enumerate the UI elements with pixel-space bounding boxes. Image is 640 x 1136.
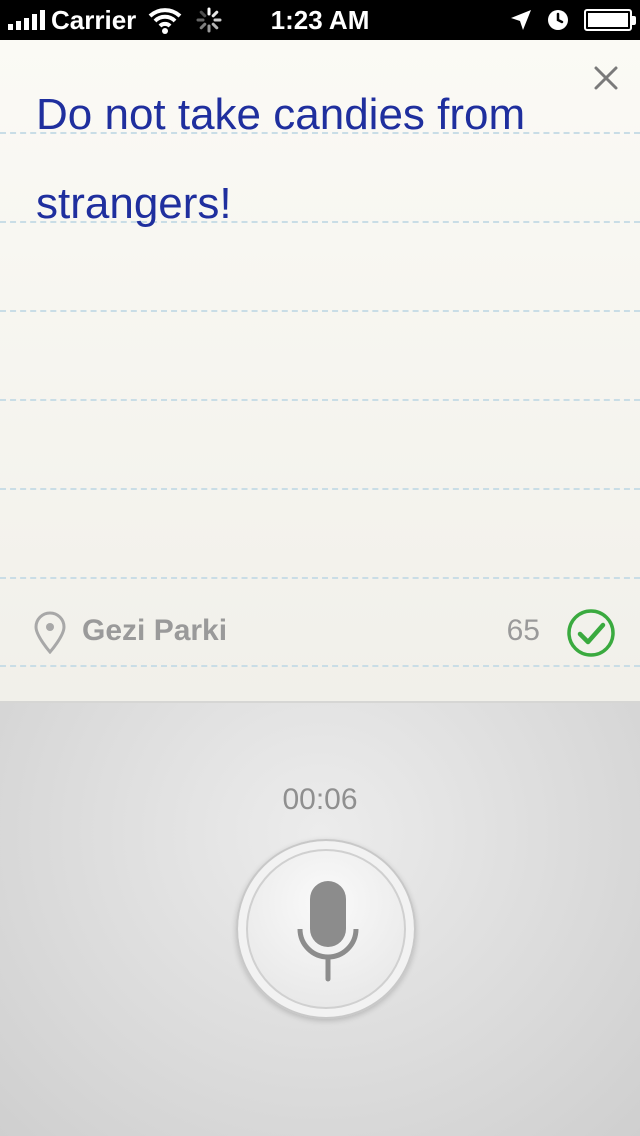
note-rule bbox=[0, 577, 640, 579]
voice-recorder: 00:06 bbox=[0, 703, 640, 1136]
checkmark-icon[interactable] bbox=[566, 608, 616, 658]
recording-timer: 00:06 bbox=[282, 783, 358, 816]
note-rule bbox=[0, 399, 640, 401]
location-pin-icon[interactable] bbox=[32, 610, 68, 654]
note-text[interactable]: Do not take candies from strangers! bbox=[36, 70, 596, 248]
location-arrow-icon bbox=[511, 10, 531, 30]
status-bar: Carrier 1:23 AM bbox=[0, 0, 640, 40]
note-rule bbox=[0, 310, 640, 312]
battery-icon bbox=[584, 9, 636, 31]
alarm-clock-icon bbox=[548, 10, 568, 30]
microphone-icon bbox=[297, 881, 359, 982]
note-rule bbox=[0, 665, 640, 667]
character-count: 65 bbox=[506, 614, 540, 647]
status-right bbox=[510, 4, 636, 36]
location-row: Gezi Parki 65 bbox=[0, 609, 640, 657]
note-rule bbox=[0, 488, 640, 490]
record-button[interactable] bbox=[236, 839, 416, 1019]
location-label[interactable]: Gezi Parki bbox=[82, 614, 227, 648]
battery-fill bbox=[588, 13, 628, 27]
note-sheet: Do not take candies from strangers! Gezi… bbox=[0, 40, 640, 703]
